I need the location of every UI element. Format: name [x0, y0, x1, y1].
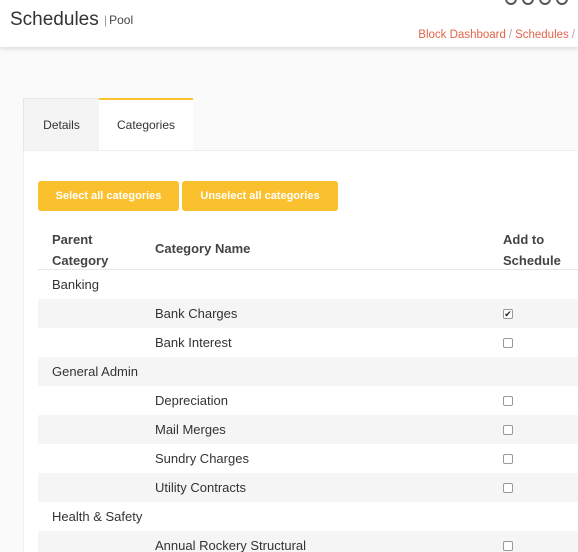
table-row: Annual Rockery Structural: [38, 531, 578, 552]
column-header-add-to-schedule: Add to Schedule: [503, 229, 561, 271]
help-icon[interactable]: [539, 0, 551, 5]
page-subtitle: | Pool: [104, 13, 133, 27]
category-name-cell: Depreciation: [155, 393, 228, 408]
column-header-add-line2: Schedule: [503, 253, 561, 268]
parent-category-cell: Health & Safety: [52, 509, 143, 524]
column-header-parent-line1: Parent: [52, 232, 93, 247]
breadcrumb: Block Dashboard / Schedules /: [418, 29, 578, 41]
add-to-schedule-checkbox[interactable]: [503, 337, 513, 348]
tab-categories[interactable]: Categories: [99, 98, 193, 150]
page-header: Schedules | Pool Block Dashboard / Schedule…: [0, 0, 578, 47]
select-all-categories-button[interactable]: Select all categories: [38, 181, 179, 211]
parent-category-cell: General Admin: [52, 364, 138, 379]
column-header-parent-category: Parent Category: [52, 229, 108, 271]
add-to-schedule-checkbox[interactable]: ✔: [503, 308, 513, 319]
add-to-schedule-checkbox[interactable]: [503, 395, 513, 406]
category-name-cell: Utility Contracts: [155, 480, 247, 495]
breadcrumb-separator: /: [571, 29, 575, 41]
column-header-category-name: Category Name: [155, 241, 251, 256]
table-row: General Admin: [38, 357, 578, 386]
table-row: Health & Safety: [38, 502, 578, 531]
breadcrumb-schedules[interactable]: Schedules: [515, 29, 569, 41]
user-icon[interactable]: [556, 0, 568, 5]
category-name-cell: Mail Merges: [155, 422, 226, 437]
table-row: Sundry Charges: [38, 444, 578, 473]
breadcrumb-separator: /: [508, 29, 513, 41]
tab-details[interactable]: Details: [23, 98, 99, 150]
breadcrumb-block-dashboard[interactable]: Block Dashboard: [418, 29, 506, 41]
category-name-cell: Bank Charges: [155, 306, 238, 321]
parent-category-cell: Banking: [52, 277, 99, 292]
tab-bar: Details Categories: [23, 98, 193, 150]
table-row: Banking: [38, 270, 578, 299]
add-to-schedule-checkbox[interactable]: [503, 453, 513, 464]
category-name-cell: Annual Rockery Structural: [155, 538, 307, 552]
add-to-schedule-checkbox[interactable]: [503, 424, 513, 435]
column-header-parent-line2: Category: [52, 253, 109, 268]
info-icon[interactable]: [522, 0, 534, 5]
table-row: Mail Merges: [38, 415, 578, 444]
header-icons: [505, 0, 568, 5]
category-name-cell: Bank Interest: [155, 335, 232, 350]
add-to-schedule-checkbox[interactable]: [503, 540, 513, 551]
table-row: Bank Interest: [38, 328, 578, 357]
table-row: Depreciation: [38, 386, 578, 415]
add-to-schedule-checkbox[interactable]: [503, 482, 513, 493]
table-row: Utility Contracts: [38, 473, 578, 502]
page-title: Schedules: [10, 9, 99, 30]
column-header-add-line1: Add to: [503, 232, 545, 247]
subtitle-text: Pool: [109, 13, 134, 27]
table-row: Bank Charges ✔: [38, 299, 578, 328]
unselect-all-categories-button[interactable]: Unselect all categories: [182, 181, 338, 211]
subtitle-separator: |: [104, 13, 108, 27]
gear-icon[interactable]: [505, 0, 517, 5]
category-name-cell: Sundry Charges: [155, 451, 249, 466]
